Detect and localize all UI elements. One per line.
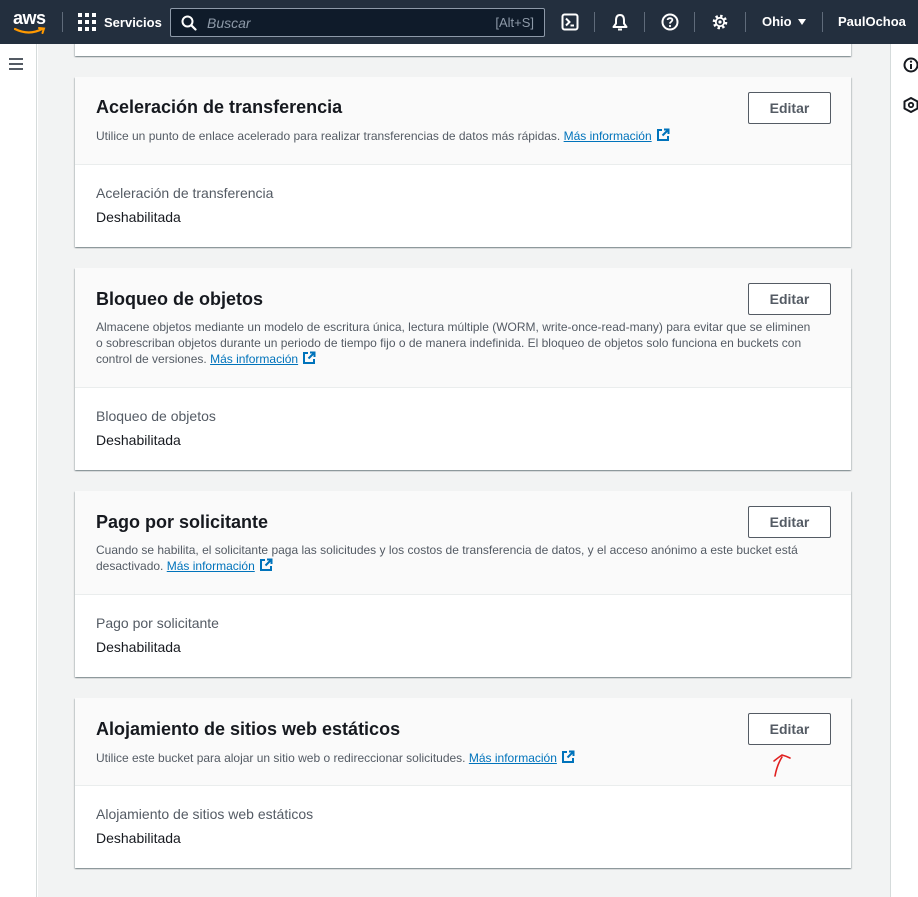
card-header: Aceleración de transferencia Utilice un … bbox=[75, 77, 851, 165]
user-menu[interactable]: PaulOchoa bbox=[838, 14, 906, 29]
external-link-icon bbox=[259, 558, 273, 571]
field-label: Bloqueo de objetos bbox=[96, 408, 216, 424]
external-link-icon bbox=[303, 351, 316, 364]
card-description: Utilice un punto de enlace acelerado par… bbox=[96, 128, 816, 144]
learn-more-link[interactable]: Más información bbox=[468, 750, 575, 765]
nav-divider bbox=[62, 12, 63, 32]
edit-button[interactable]: Editar bbox=[748, 92, 831, 124]
right-tools-rail bbox=[890, 44, 918, 897]
nav-divider bbox=[644, 12, 645, 32]
card-title: Alojamiento de sitios web estáticos bbox=[96, 719, 401, 739]
services-menu-button[interactable]: Servicios bbox=[78, 12, 162, 32]
card-title: Pago por solicitante bbox=[96, 512, 269, 532]
region-label: Ohio bbox=[762, 14, 792, 29]
card-description-text: Utilice este bucket para alojar un sitio… bbox=[96, 751, 466, 765]
static-website-hosting-card: Alojamiento de sitios web estáticos Util… bbox=[75, 698, 851, 868]
grid-icon bbox=[78, 13, 96, 31]
top-navigation-bar: aws Servicios [Alt+S] bbox=[0, 0, 918, 44]
card-header: Alojamiento de sitios web estáticos Util… bbox=[75, 698, 851, 786]
field-value: Deshabilitada bbox=[96, 432, 181, 448]
field-value: Deshabilitada bbox=[96, 830, 181, 846]
cloudshell-icon[interactable] bbox=[559, 11, 581, 33]
learn-more-link[interactable]: Más información bbox=[563, 128, 670, 143]
requester-pays-card: Pago por solicitante Cuando se habilita,… bbox=[75, 491, 851, 677]
field-label: Alojamiento de sitios web estáticos bbox=[96, 806, 314, 822]
edit-button[interactable]: Editar bbox=[748, 506, 831, 538]
menu-icon[interactable] bbox=[9, 58, 23, 73]
aws-logo[interactable]: aws bbox=[12, 8, 48, 36]
card-description-text: Almacene objetos mediante un modelo de e… bbox=[96, 320, 811, 366]
region-selector[interactable]: Ohio bbox=[762, 14, 806, 29]
aws-smile-icon bbox=[14, 27, 46, 34]
field-label: Aceleración de transferencia bbox=[96, 185, 274, 201]
gear-icon[interactable] bbox=[709, 11, 731, 33]
search-bar[interactable]: [Alt+S] bbox=[170, 8, 545, 37]
nav-divider bbox=[694, 12, 695, 32]
external-link-icon bbox=[656, 128, 670, 141]
card-header: Pago por solicitante Cuando se habilita,… bbox=[75, 491, 851, 595]
learn-more-link-text: Más información bbox=[468, 751, 557, 765]
caret-down-icon bbox=[797, 18, 806, 25]
search-input[interactable] bbox=[205, 13, 496, 32]
card-description-text: Utilice un punto de enlace acelerado par… bbox=[96, 129, 561, 143]
help-icon[interactable] bbox=[659, 11, 681, 33]
left-navigation-rail bbox=[0, 44, 37, 897]
previous-section-card bbox=[75, 44, 851, 56]
info-icon[interactable] bbox=[903, 57, 918, 73]
field-value: Deshabilitada bbox=[96, 209, 181, 225]
learn-more-link[interactable]: Más información bbox=[166, 558, 273, 573]
transfer-acceleration-card: Aceleración de transferencia Utilice un … bbox=[75, 77, 851, 247]
card-title: Bloqueo de objetos bbox=[96, 289, 264, 309]
learn-more-link[interactable]: Más información bbox=[210, 351, 316, 366]
learn-more-link-text: Más información bbox=[166, 559, 255, 573]
main-content: Aceleración de transferencia Utilice un … bbox=[38, 44, 890, 897]
external-link-icon bbox=[561, 750, 575, 763]
card-description: Cuando se habilita, el solicitante paga … bbox=[96, 542, 816, 574]
feedback-icon[interactable] bbox=[903, 97, 918, 113]
edit-button[interactable]: Editar bbox=[748, 713, 831, 745]
card-description: Utilice este bucket para alojar un sitio… bbox=[96, 750, 816, 766]
object-lock-card: Bloqueo de objetos Almacene objetos medi… bbox=[75, 268, 851, 470]
learn-more-link-text: Más información bbox=[563, 129, 652, 143]
aws-logo-text: aws bbox=[13, 8, 46, 28]
services-label: Servicios bbox=[104, 14, 162, 30]
edit-button[interactable]: Editar bbox=[748, 283, 831, 315]
search-shortcut-hint: [Alt+S] bbox=[495, 15, 534, 30]
learn-more-link-text: Más información bbox=[210, 352, 299, 366]
nav-divider bbox=[822, 12, 823, 32]
field-value: Deshabilitada bbox=[96, 639, 181, 655]
card-title: Aceleración de transferencia bbox=[96, 97, 343, 117]
card-header: Bloqueo de objetos Almacene objetos medi… bbox=[75, 268, 851, 388]
nav-divider bbox=[745, 12, 746, 32]
user-label: PaulOchoa bbox=[838, 14, 906, 29]
search-icon bbox=[181, 15, 197, 31]
bell-icon[interactable] bbox=[609, 11, 631, 33]
field-label: Pago por solicitante bbox=[96, 615, 219, 631]
nav-divider bbox=[594, 12, 595, 32]
card-description: Almacene objetos mediante un modelo de e… bbox=[96, 319, 816, 367]
